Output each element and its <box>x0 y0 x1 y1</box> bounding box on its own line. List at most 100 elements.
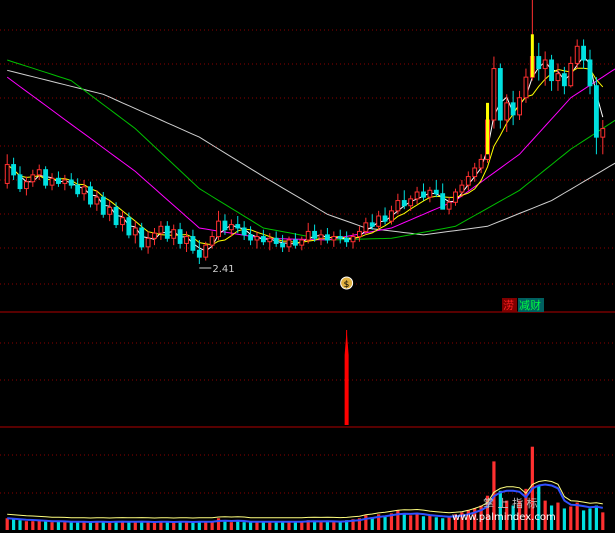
candle <box>292 233 298 249</box>
candle-body <box>107 206 113 215</box>
candle-body <box>504 102 510 121</box>
watermark-url: www.palmindex.com <box>452 512 556 523</box>
volume-bar <box>569 506 573 530</box>
candle-body <box>260 236 266 243</box>
volume-bar <box>293 522 297 530</box>
volume-bar <box>236 521 240 530</box>
volume-bar <box>82 522 86 530</box>
candle-body <box>433 189 439 195</box>
candle-body <box>395 200 401 212</box>
candle <box>196 240 202 264</box>
candle-body <box>75 184 81 195</box>
candle <box>81 180 87 201</box>
candle-body <box>363 222 369 232</box>
volume-bar <box>332 522 336 530</box>
candle <box>497 63 503 129</box>
volume-bar <box>165 522 169 530</box>
candle-body <box>587 59 593 87</box>
candle <box>132 221 138 244</box>
money-bag-symbol: $ <box>344 280 350 290</box>
volume-bar <box>409 515 413 530</box>
candle-body <box>164 225 170 239</box>
volume-bar <box>274 522 278 530</box>
candle-body <box>113 206 119 226</box>
candle-body <box>139 227 145 248</box>
candle <box>139 222 145 251</box>
volume-bar <box>383 516 387 530</box>
yellow-signal-bar <box>530 34 534 78</box>
volume-bar <box>447 516 451 530</box>
candle-body <box>510 102 516 116</box>
signal-spike <box>344 330 349 425</box>
candle <box>203 241 209 261</box>
candle <box>280 234 286 252</box>
chart-markers: $ <box>199 34 534 290</box>
candle-body <box>241 227 247 236</box>
candle-body <box>30 174 36 183</box>
candle-body <box>4 164 10 184</box>
candle-body <box>177 229 183 244</box>
candle <box>30 169 36 187</box>
candle <box>312 224 318 242</box>
candle <box>440 183 446 210</box>
candle-body <box>209 236 215 246</box>
candle-body <box>561 73 567 87</box>
candle <box>254 231 260 249</box>
candle <box>4 154 10 189</box>
volume-bar <box>313 521 317 530</box>
volume-bar <box>56 521 61 530</box>
volume-bar <box>370 517 374 530</box>
badge-0: 涝 <box>503 299 514 312</box>
candle <box>344 231 350 247</box>
candle-body <box>517 97 522 116</box>
volume-bar <box>88 522 93 530</box>
candle <box>414 186 420 204</box>
candle <box>241 221 247 240</box>
candle-body <box>203 244 209 258</box>
candle <box>177 222 183 249</box>
candle-body <box>465 176 471 186</box>
volume-bar <box>69 522 73 530</box>
candle-body <box>145 237 151 248</box>
money-bag-icon: $ <box>340 276 354 290</box>
candle <box>491 56 497 129</box>
candle-body <box>389 210 394 222</box>
candle-body <box>478 158 484 169</box>
candle <box>190 229 196 254</box>
volume-bar <box>37 520 41 530</box>
candle-body <box>171 229 177 239</box>
volume-bar <box>44 521 48 530</box>
candle <box>36 164 42 180</box>
volume-bar <box>581 510 586 530</box>
candle-body <box>581 45 587 61</box>
candle <box>337 229 343 244</box>
volume-bar <box>108 522 112 530</box>
candle <box>549 54 554 91</box>
candle <box>395 193 401 215</box>
candle <box>75 178 81 198</box>
badge-1: 减财 <box>519 298 541 312</box>
candle <box>305 222 311 244</box>
candle-body <box>273 237 279 244</box>
volume-bar <box>12 519 16 530</box>
volume-bar <box>101 522 105 530</box>
candle <box>382 207 388 225</box>
candle-body <box>228 224 234 231</box>
candle-body <box>421 191 426 198</box>
candle <box>11 157 17 180</box>
candle-body <box>222 220 228 231</box>
candle-body <box>344 237 350 243</box>
volume-bar <box>242 522 246 530</box>
candle-body <box>56 177 61 184</box>
candle <box>536 42 542 81</box>
candle <box>43 166 49 189</box>
candle-body <box>81 186 87 195</box>
volume-bar <box>537 485 541 530</box>
indicator-badges: 涝 减财 <box>502 298 544 312</box>
candle <box>523 68 529 103</box>
candle <box>94 190 100 211</box>
candle-body <box>158 225 164 234</box>
candle <box>446 197 452 215</box>
candle-body <box>62 179 68 184</box>
candle <box>216 210 221 240</box>
